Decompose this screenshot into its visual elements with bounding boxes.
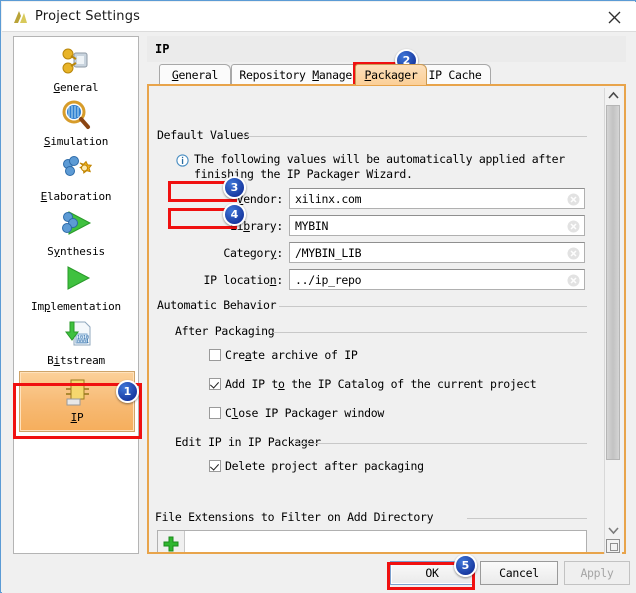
settings-category-list: General Simulation Elaboration Synthesis… [13, 36, 139, 554]
vendor-value: xilinx.com [295, 192, 362, 206]
category-field[interactable]: /MYBIN_LIB [289, 242, 585, 263]
delete-project-label: Delete project after packaging [225, 459, 424, 473]
close-icon[interactable] [600, 6, 628, 30]
clear-field-icon[interactable] [567, 274, 580, 287]
ip-icon [20, 375, 134, 409]
ip-location-label: IP location: [203, 273, 284, 287]
scroll-thumb[interactable] [606, 105, 620, 460]
sidebar-item-simulation[interactable]: Simulation [19, 99, 133, 148]
resize-corner-icon[interactable] [606, 539, 620, 553]
elaboration-icon [19, 154, 133, 188]
panel-header [147, 36, 626, 63]
create-archive-checkbox[interactable] [209, 349, 221, 361]
category-label: Category: [223, 246, 283, 260]
after-packaging-heading: After Packaging [175, 324, 275, 338]
create-archive-label: Create archive of IP [225, 348, 358, 362]
page-title: Project Settings [35, 9, 141, 24]
section-divider [467, 518, 587, 519]
svg-text:0001: 0001 [77, 339, 89, 345]
sidebar-item-bitstream[interactable]: 1010 0001 Bitstream [19, 318, 133, 367]
sidebar-item-general[interactable]: General [19, 45, 133, 94]
add-plus-icon[interactable] [163, 536, 179, 552]
clear-field-icon[interactable] [567, 247, 580, 260]
close-ip-packager-label: Close IP Packager window [225, 406, 384, 420]
apply-button: Apply [564, 561, 630, 585]
file-extensions-toolbar [158, 531, 185, 552]
close-ip-packager-checkbox[interactable] [209, 407, 221, 419]
scroll-down-icon[interactable] [605, 522, 622, 538]
packager-vertical-scrollbar[interactable] [604, 88, 622, 554]
section-divider [279, 306, 587, 307]
clear-field-icon[interactable] [567, 220, 580, 233]
panel-title: IP [155, 42, 170, 56]
packager-tab-content: Default Values The following values will… [147, 84, 626, 554]
sidebar-item-implementation[interactable]: Implementation [19, 264, 133, 313]
ip-settings-panel: IP General Repository Manager Packager I… [147, 36, 626, 554]
delete-project-checkbox[interactable] [209, 460, 221, 472]
title-bar: Project Settings [2, 2, 636, 32]
ok-button[interactable]: OK [390, 561, 474, 585]
sidebar-item-synthesis[interactable]: Synthesis [19, 209, 133, 258]
dialog-footer: OK Cancel Apply [2, 555, 636, 593]
default-values-info-text: The following values will be automatical… [194, 152, 565, 181]
library-field[interactable]: MYBIN [289, 215, 585, 236]
vivado-logo-icon [12, 9, 29, 26]
add-ip-to-catalog-label: Add IP to the IP Catalog of the current … [225, 377, 537, 391]
synthesis-icon [19, 209, 133, 243]
add-ip-to-catalog-checkbox[interactable] [209, 378, 221, 390]
cancel-button[interactable]: Cancel [480, 561, 558, 585]
sidebar-item-label: Simulation [43, 135, 109, 148]
edit-ip-heading: Edit IP in IP Packager [175, 435, 321, 449]
tab-general[interactable]: General [159, 64, 231, 85]
vendor-label: Vendor: [236, 192, 284, 206]
tab-ip-cache[interactable]: IP Cache [419, 64, 491, 85]
ip-location-field[interactable]: ../ip_repo [289, 269, 585, 290]
tab-bar: General Repository Manager Packager IP C… [147, 62, 626, 85]
sidebar-item-label: Elaboration [40, 190, 112, 203]
sidebar-item-label: Synthesis [47, 245, 105, 258]
bitstream-icon: 1010 0001 [19, 318, 133, 352]
vendor-field[interactable]: xilinx.com [289, 188, 585, 209]
section-divider [273, 332, 587, 333]
scroll-up-icon[interactable] [605, 88, 622, 104]
section-divider [295, 443, 587, 444]
tab-repository-manager[interactable]: Repository Manager [231, 64, 367, 85]
sidebar-item-elaboration[interactable]: Elaboration [19, 154, 133, 203]
automatic-behavior-heading: Automatic Behavior [157, 298, 277, 312]
sidebar-item-label: Implementation [31, 300, 121, 313]
ip-location-value: ../ip_repo [295, 273, 362, 287]
sidebar-item-label: IP [70, 411, 84, 424]
clear-field-icon[interactable] [567, 193, 580, 206]
sidebar-item-ip[interactable]: IP [19, 371, 135, 432]
implementation-icon [19, 264, 133, 298]
dialog-content: General Simulation Elaboration Synthesis… [2, 32, 636, 593]
sidebar-item-label: Bitstream [47, 354, 105, 367]
file-extensions-list[interactable]: Press the + button to add filters [157, 530, 587, 552]
file-extensions-heading: File Extensions to Filter on Add Directo… [155, 510, 434, 524]
simulation-icon [19, 99, 133, 133]
general-icon [19, 45, 133, 79]
library-value: MYBIN [295, 219, 329, 233]
tab-packager[interactable]: Packager [355, 64, 427, 85]
category-value: /MYBIN_LIB [295, 246, 362, 260]
packager-scroll-area: Default Values The following values will… [149, 86, 603, 552]
library-label: Library: [230, 219, 283, 233]
section-divider [239, 136, 587, 137]
info-icon [176, 154, 189, 167]
project-settings-window: Project Settings General Simulation Elab… [0, 0, 636, 593]
default-values-heading: Default Values [157, 128, 250, 142]
sidebar-item-label: General [53, 81, 99, 94]
